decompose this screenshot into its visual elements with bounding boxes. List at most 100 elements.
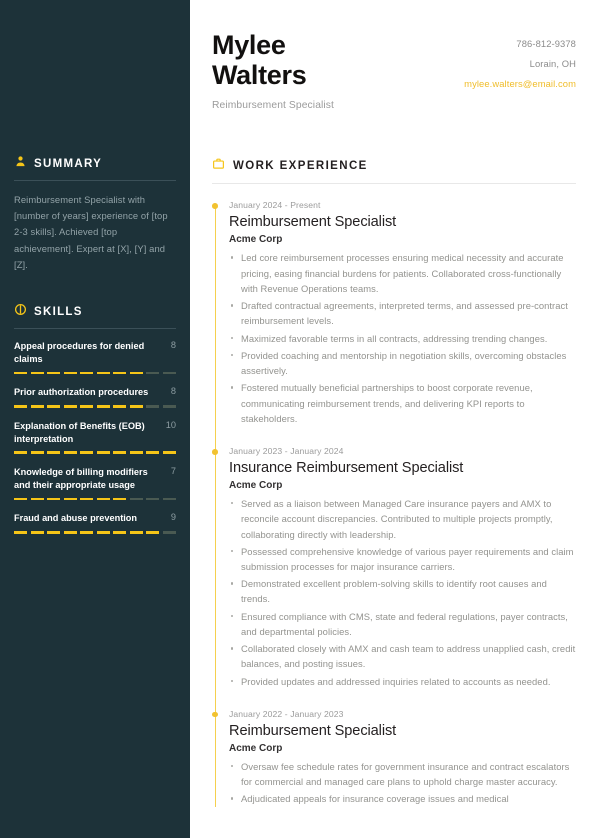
skill-rating-segment (14, 451, 28, 455)
skills-section-header: SKILLS (14, 303, 176, 321)
skill-rating-segment (80, 497, 94, 501)
skill-rating-bar (14, 451, 176, 455)
skill-rating-segment (162, 451, 176, 455)
skills-title: SKILLS (34, 305, 83, 318)
skill-row: Fraud and abuse prevention 9 (14, 512, 176, 525)
skill-rating-segment (146, 451, 160, 455)
main-content: Mylee Walters Reimbursement Specialist 7… (190, 0, 594, 838)
skill-rating-segment (47, 405, 61, 408)
skill-rating-segment (96, 497, 110, 501)
job-role: Reimbursement Specialist (229, 722, 397, 739)
skill-row: Appeal procedures for denied claims 8 (14, 340, 176, 366)
job-bullet: Demonstrated excellent problem-solving s… (229, 576, 576, 606)
skill-rating-segment (30, 405, 44, 408)
skill-name: Explanation of Benefits (EOB) interpreta… (14, 420, 145, 444)
job-bullet-list: Served as a liaison between Managed Care… (229, 496, 576, 689)
last-name: Walters (212, 60, 307, 91)
skill-rating-value: 7 (170, 466, 176, 477)
skill-rating-segment (162, 497, 176, 501)
skill-rating-segment (146, 497, 160, 501)
skill-rating-segment (146, 531, 160, 534)
first-name: Mylee (212, 30, 286, 60)
skill-rating-segment (30, 371, 44, 375)
skill-rating-segment (162, 405, 176, 408)
sidebar: SUMMARY Reimbursement Specialist with [n… (0, 0, 190, 838)
work-experience-entry: January 2024 - Present Reimbursement Spec… (212, 200, 576, 426)
job-bullet: Fostered mutually beneficial partnership… (229, 380, 576, 426)
job-dates: January 2022 - January 2023 (229, 708, 344, 719)
summary-divider (14, 180, 176, 181)
job-dates: January 2024 - Present (229, 200, 321, 211)
skill-rating-segment (47, 497, 61, 501)
skill-gauge-icon (14, 303, 27, 321)
skill-rating-value: 8 (170, 339, 176, 350)
skill-rating-segment (162, 371, 176, 375)
job-bullet: Provided updates and addressed inquiries… (229, 674, 576, 689)
work-experience-header: WORK EXPERIENCE (212, 157, 576, 175)
job-role: Reimbursement Specialist (229, 214, 397, 231)
skill-rating-segment (80, 451, 94, 455)
skill-rating-value: 10 (165, 419, 176, 430)
skill-name: Fraud and abuse prevention (14, 513, 138, 524)
skill-rating-segment (14, 371, 28, 375)
job-bullet: Possessed comprehensive knowledge of var… (229, 544, 576, 574)
skill-rating-bar (14, 371, 176, 375)
job-company: Acme Corp (229, 480, 283, 492)
skill-rating-segment (63, 531, 77, 534)
skill-name: Knowledge of billing modifiers and their… (14, 467, 148, 490)
skill-row: Prior authorization procedures 8 (14, 386, 176, 399)
skill-rating-segment (30, 451, 44, 455)
summary-text: Reimbursement Specialist with [number of… (14, 194, 168, 270)
job-dates: January 2023 - January 2024 (229, 446, 344, 457)
identity-block: Mylee Walters Reimbursement Specialist (212, 30, 334, 111)
skills-list: Appeal procedures for denied claims 8 Prio… (14, 340, 176, 534)
summary-title: SUMMARY (34, 158, 103, 170)
candidate-name: Mylee Walters (212, 30, 334, 90)
skill-rating-segment (162, 531, 176, 534)
summary-section-header: SUMMARY (14, 155, 176, 173)
skill-item: Fraud and abuse prevention 9 (14, 512, 176, 534)
skill-rating-segment (113, 405, 127, 408)
skill-rating-segment (129, 497, 143, 501)
skill-rating-segment (80, 405, 94, 408)
skill-rating-segment (96, 405, 110, 408)
skill-rating-segment (129, 531, 143, 534)
skill-rating-segment (96, 451, 110, 455)
job-bullet: Adjudicated appeals for insurance covera… (229, 791, 576, 806)
skill-rating-segment (14, 497, 28, 501)
briefcase-icon (212, 157, 225, 175)
job-company: Acme Corp (229, 234, 283, 246)
skill-rating-segment (129, 405, 143, 408)
job-bullet: Provided coaching and mentorship in nego… (229, 348, 576, 378)
skill-rating-segment (14, 405, 28, 408)
skill-rating-segment (80, 371, 94, 375)
skill-name: Prior authorization procedures (14, 387, 149, 398)
skill-rating-value: 9 (170, 512, 176, 523)
sidebar-top-spacer (14, 0, 176, 155)
skill-rating-segment (47, 531, 61, 534)
skill-rating-bar (14, 497, 176, 501)
job-bullet: Served as a liaison between Managed Care… (229, 496, 576, 542)
skill-item: Prior authorization procedures 8 (14, 386, 176, 408)
skill-rating-segment (80, 531, 94, 534)
skill-rating-value: 8 (170, 386, 176, 397)
job-company: Acme Corp (229, 742, 283, 754)
work-experience-timeline: January 2024 - Present Reimbursement Spec… (212, 200, 576, 807)
contact-email[interactable]: mylee.walters@email.com (464, 78, 576, 89)
skill-row: Knowledge of billing modifiers and their… (14, 466, 176, 492)
work-experience-divider (212, 183, 576, 185)
skill-name: Appeal procedures for denied claims (14, 340, 145, 364)
job-bullet: Oversaw fee schedule rates for governmen… (229, 759, 576, 789)
skill-rating-segment (129, 451, 143, 455)
skill-rating-segment (30, 497, 44, 501)
skill-rating-segment (96, 531, 110, 534)
skill-item: Explanation of Benefits (EOB) interpreta… (14, 419, 176, 455)
skill-rating-segment (146, 371, 160, 375)
job-bullet-list: Led core reimbursement processes ensurin… (229, 250, 576, 426)
skill-rating-segment (47, 371, 61, 375)
skill-rating-segment (129, 371, 143, 375)
skill-rating-segment (113, 451, 127, 455)
skill-rating-segment (63, 371, 77, 375)
person-icon (14, 155, 27, 173)
